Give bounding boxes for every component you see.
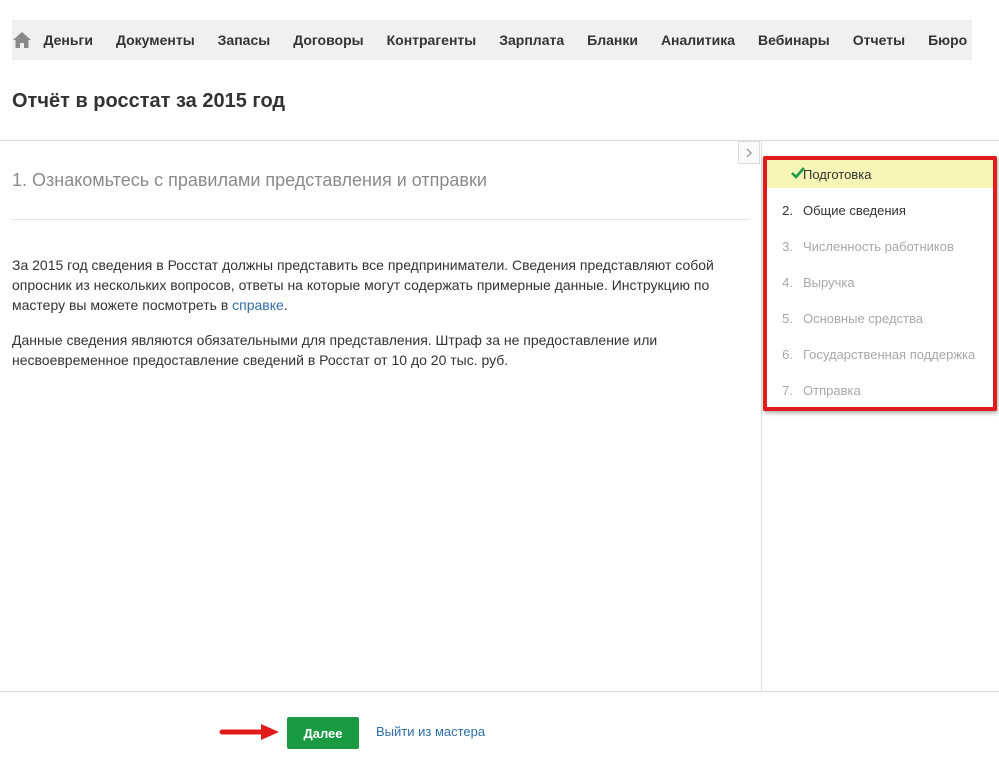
collapse-panel-button[interactable]	[738, 141, 760, 164]
step-content: За 2015 год сведения в Росстат должны пр…	[12, 255, 732, 385]
home-icon	[13, 32, 31, 48]
wizard-step-label: Отправка	[803, 382, 861, 398]
panel-divider	[761, 140, 762, 691]
nav-item-bureau[interactable]: Бюро	[917, 20, 979, 60]
nav-item-webinars[interactable]: Вебинары	[747, 20, 842, 60]
wizard-step-label: Подготовка	[803, 166, 872, 182]
wizard-step-fixed-assets: 5. Основные средства	[767, 304, 993, 332]
wizard-step-label: Основные средства	[803, 310, 923, 326]
nav-item-documents[interactable]: Документы	[104, 20, 206, 60]
help-link[interactable]: справке	[232, 297, 284, 313]
top-navigation: Деньги Документы Запасы Договоры Контраг…	[12, 20, 972, 60]
wizard-step-label: Государственная поддержка	[803, 346, 976, 362]
wizard-step-state-support: 6. Государственная поддержка	[767, 340, 993, 368]
divider	[12, 219, 750, 220]
red-arrow-annotation-icon	[219, 724, 279, 740]
wizard-step-general[interactable]: 2. Общие сведения	[767, 196, 993, 224]
checkmark-icon	[767, 166, 805, 182]
wizard-step-number: 2.	[782, 202, 793, 218]
wizard-step-number: 6.	[782, 346, 793, 362]
divider	[0, 140, 999, 141]
nav-item-contracts[interactable]: Договоры	[282, 20, 375, 60]
wizard-step-number: 3.	[782, 238, 793, 254]
wizard-step-number: 5.	[782, 310, 793, 326]
page-title: Отчёт в росстат за 2015 год	[12, 90, 286, 112]
chevron-right-icon	[746, 148, 752, 157]
wizard-step-label: Выручка	[803, 274, 855, 290]
wizard-step-number: 7.	[782, 382, 793, 398]
wizard-step-revenue: 4. Выручка	[767, 268, 993, 296]
wizard-step-preparation[interactable]: Подготовка	[767, 160, 993, 188]
wizard-step-label: Общие сведения	[803, 202, 906, 218]
wizard-step-employees: 3. Численность работников	[767, 232, 993, 260]
wizard-steps-panel: Подготовка 2. Общие сведения 3. Численно…	[763, 156, 997, 411]
wizard-step-sending: 7. Отправка	[767, 376, 993, 404]
penalty-paragraph: Данные сведения являются обязательными д…	[12, 332, 658, 368]
next-button[interactable]: Далее	[287, 717, 359, 749]
home-button[interactable]	[12, 20, 32, 60]
nav-item-money[interactable]: Деньги	[32, 20, 104, 60]
nav-item-forms[interactable]: Бланки	[576, 20, 650, 60]
exit-wizard-link[interactable]: Выйти из мастера	[376, 724, 485, 739]
info-text-end: .	[283, 297, 288, 313]
step-heading: 1. Ознакомьтесь с правилами представлени…	[12, 170, 487, 190]
info-paragraph: За 2015 год сведения в Росстат должны пр…	[12, 255, 732, 315]
nav-item-analytics[interactable]: Аналитика	[649, 20, 746, 60]
info-text: За 2015 год сведения в Росстат должны пр…	[12, 257, 714, 313]
wizard-step-number: 4.	[782, 274, 793, 290]
nav-item-stock[interactable]: Запасы	[206, 20, 282, 60]
nav-item-reports[interactable]: Отчеты	[841, 20, 916, 60]
nav-item-salary[interactable]: Зарплата	[488, 20, 576, 60]
nav-item-counterparties[interactable]: Контрагенты	[375, 20, 488, 60]
wizard-step-label: Численность работников	[803, 238, 954, 254]
divider	[0, 691, 999, 692]
